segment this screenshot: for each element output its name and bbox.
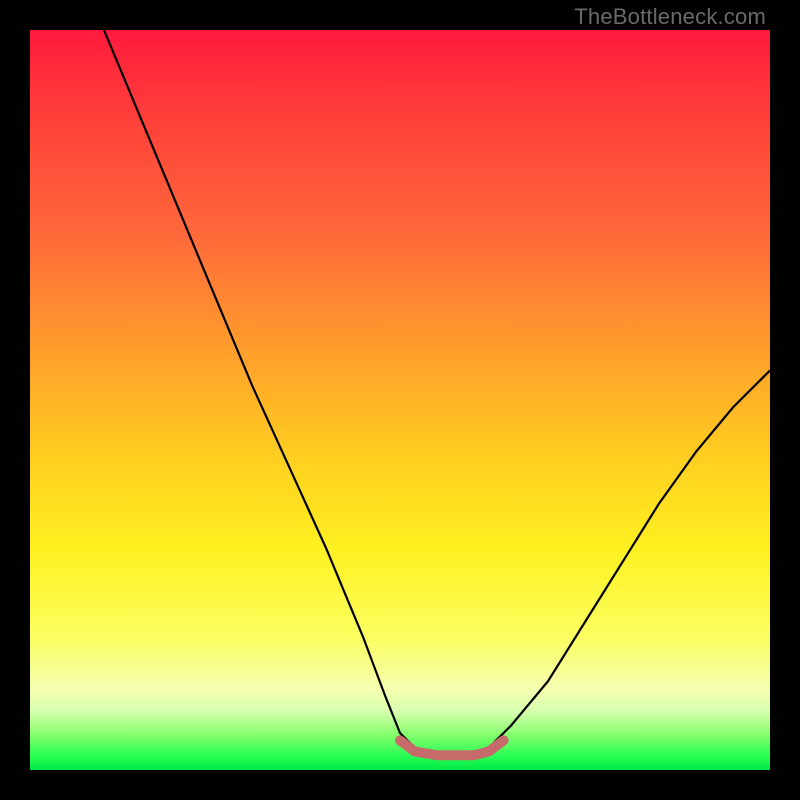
- bottleneck-curve: [104, 30, 770, 755]
- watermark-text: TheBottleneck.com: [574, 4, 766, 30]
- plot-area: [30, 30, 770, 770]
- chart-svg: [30, 30, 770, 770]
- chart-frame: TheBottleneck.com: [0, 0, 800, 800]
- optimal-segment: [400, 740, 504, 755]
